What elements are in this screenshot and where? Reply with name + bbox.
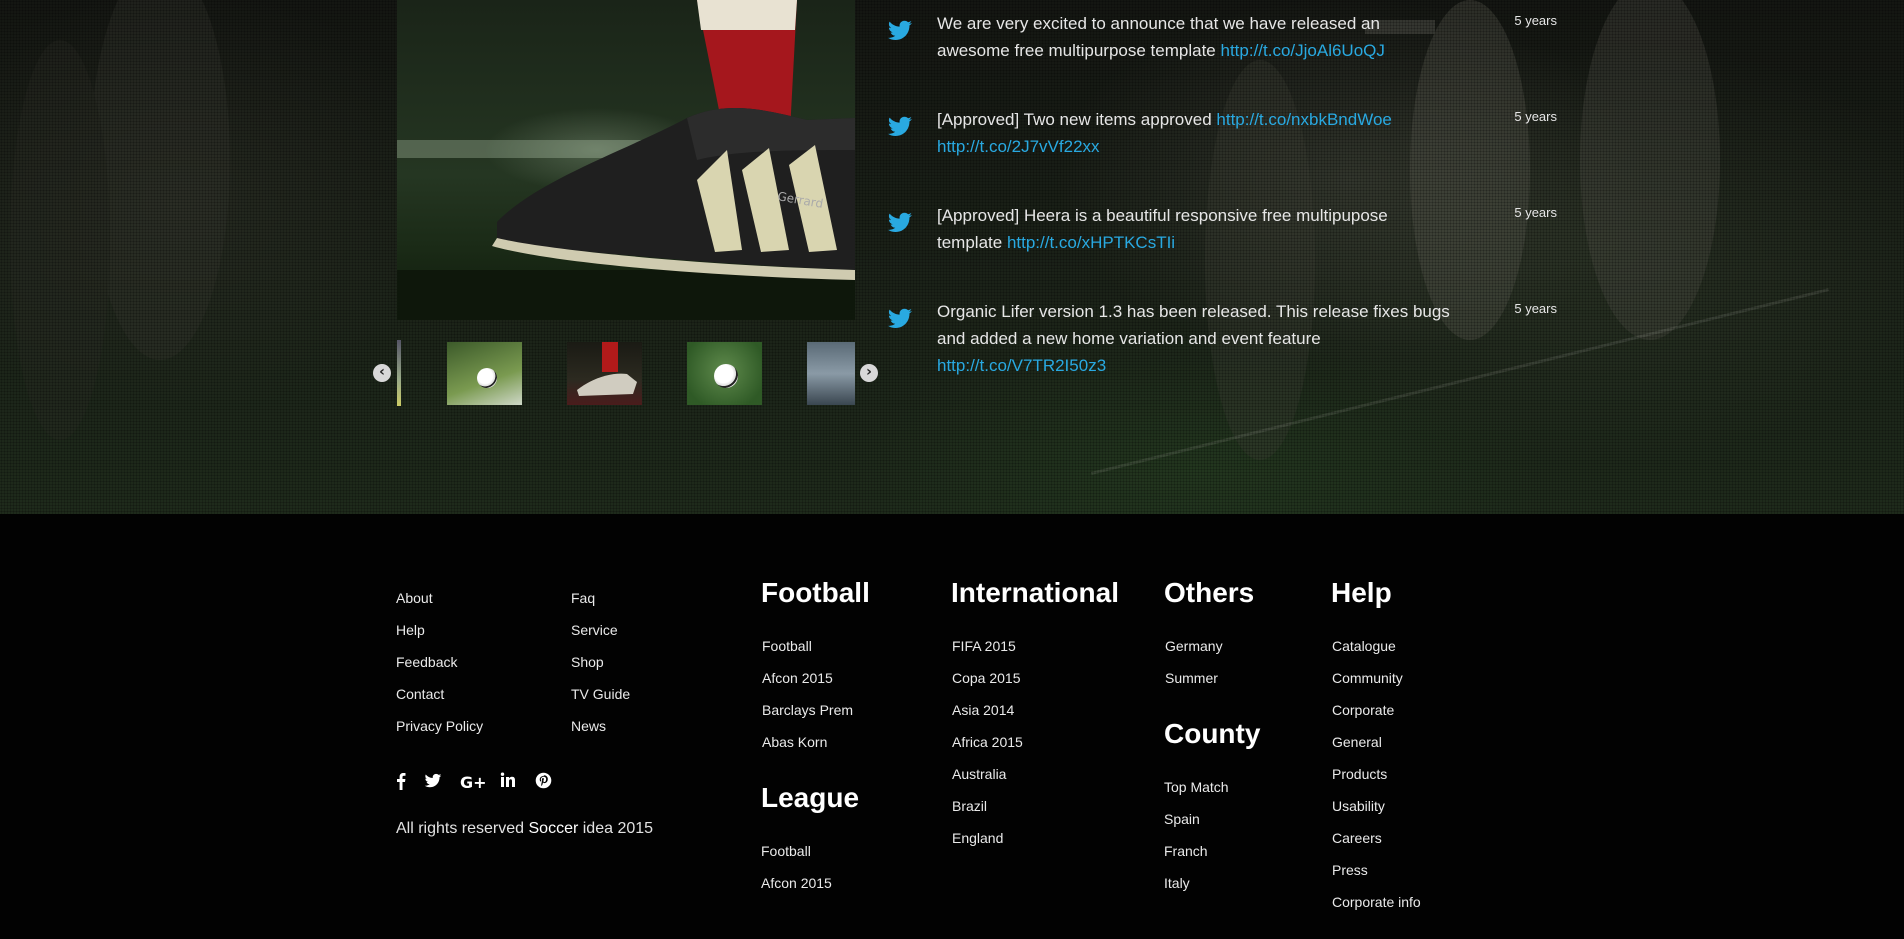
league-heading: League — [761, 782, 860, 813]
help-link[interactable]: Products — [1332, 766, 1387, 782]
county-link[interactable]: Franch — [1164, 843, 1208, 859]
tweet-text: [Approved] Heera is a beautiful responsi… — [937, 206, 1388, 252]
others-link[interactable]: Germany — [1165, 638, 1223, 654]
thumbnail-player-boot[interactable] — [567, 342, 642, 405]
international-link[interactable]: Brazil — [952, 798, 987, 814]
international-heading: International — [951, 577, 1120, 608]
pinterest-icon[interactable] — [535, 772, 552, 790]
international-link[interactable]: Australia — [952, 766, 1006, 782]
twitter-icon — [888, 20, 912, 40]
international-link[interactable]: Asia 2014 — [952, 702, 1014, 718]
tweets-section: Gerrard ‹ › We are very excited to annou… — [0, 0, 1904, 514]
twitter-icon — [888, 212, 912, 232]
tweet-link[interactable]: http://t.co/2J7vVf22xx — [937, 137, 1100, 156]
football-link[interactable]: Football — [762, 638, 812, 654]
slider-prev-button[interactable]: ‹ — [373, 364, 391, 382]
tweet-link[interactable]: http://t.co/xHPTKCsTIi — [1007, 233, 1175, 252]
tweet-link[interactable]: http://t.co/V7TR2I50z3 — [937, 356, 1106, 375]
soccer-boot-image: Gerrard — [397, 0, 855, 320]
thumbnail-ball-in-net[interactable] — [447, 342, 522, 405]
footer-link-about[interactable]: About — [396, 590, 433, 606]
help-link[interactable]: Corporate info — [1332, 894, 1421, 910]
footer-link-help[interactable]: Help — [396, 622, 425, 638]
thumbnail-ball-on-grass[interactable] — [687, 342, 762, 405]
help-link[interactable]: Corporate — [1332, 702, 1394, 718]
footer-link-shop[interactable]: Shop — [571, 654, 604, 670]
international-link[interactable]: England — [952, 830, 1003, 846]
footer-link-faq[interactable]: Faq — [571, 590, 595, 606]
help-heading: Help — [1331, 577, 1392, 608]
county-link[interactable]: Spain — [1164, 811, 1200, 827]
football-link[interactable]: Abas Korn — [762, 734, 827, 750]
ball-icon — [714, 364, 738, 388]
tweet-link[interactable]: http://t.co/JjoAl6UoQJ — [1220, 41, 1384, 60]
others-heading: Others — [1164, 577, 1255, 608]
tweet-time: 5 years — [1514, 205, 1557, 220]
football-link[interactable]: Barclays Prem — [762, 702, 853, 718]
help-link[interactable]: General — [1332, 734, 1382, 750]
ball-icon — [477, 368, 497, 388]
stadium-background-image — [10, 0, 1720, 460]
county-link[interactable]: Italy — [1164, 875, 1190, 891]
footer-link-news[interactable]: News — [571, 718, 606, 734]
help-link[interactable]: Catalogue — [1332, 638, 1396, 654]
football-heading: Football — [761, 577, 870, 608]
international-link[interactable]: Africa 2015 — [952, 734, 1023, 750]
boot-icon — [577, 342, 637, 396]
linkedin-icon[interactable] — [500, 772, 516, 790]
county-heading: County — [1164, 718, 1261, 749]
tweet-link[interactable]: http://t.co/nxbkBndWoe — [1216, 110, 1391, 129]
footer-link-feedback[interactable]: Feedback — [396, 654, 457, 670]
tweet-text: [Approved] Two new items approved http:/… — [937, 110, 1392, 156]
slider-next-button[interactable]: › — [860, 364, 878, 382]
footer-link-privacy-policy[interactable]: Privacy Policy — [396, 718, 483, 734]
county-link[interactable]: Top Match — [1164, 779, 1229, 795]
help-link[interactable]: Usability — [1332, 798, 1385, 814]
google-plus-icon[interactable]: G+ — [460, 773, 487, 792]
international-link[interactable]: Copa 2015 — [952, 670, 1021, 686]
tweet-time: 5 years — [1514, 13, 1557, 28]
football-link[interactable]: Afcon 2015 — [762, 670, 833, 686]
footer-link-service[interactable]: Service — [571, 622, 618, 638]
help-link[interactable]: Press — [1332, 862, 1368, 878]
copyright-text: All rights reserved Soccer idea 2015 — [396, 820, 654, 837]
brand-name: Soccer — [528, 820, 579, 837]
tweet-time: 5 years — [1514, 301, 1557, 316]
tweet-time: 5 years — [1514, 109, 1557, 124]
slider-main-image: Gerrard — [397, 0, 855, 320]
site-footer: About Help Feedback Contact Privacy Poli… — [0, 514, 1904, 939]
footer-link-tv-guide[interactable]: TV Guide — [571, 686, 630, 702]
footer-link-contact[interactable]: Contact — [396, 686, 444, 702]
help-link[interactable]: Careers — [1332, 830, 1382, 846]
twitter-icon — [888, 308, 912, 328]
facebook-icon[interactable] — [396, 772, 406, 790]
twitter-icon — [888, 116, 912, 136]
slider-thumbnails — [397, 330, 855, 416]
thumbnail-player-closeup[interactable] — [807, 342, 855, 405]
others-link[interactable]: Summer — [1165, 670, 1218, 686]
help-link[interactable]: Community — [1332, 670, 1403, 686]
thumbnail-edge — [397, 340, 401, 406]
tweet-text: Organic Lifer version 1.3 has been relea… — [937, 302, 1450, 375]
league-link[interactable]: Football — [761, 843, 811, 859]
twitter-icon[interactable] — [424, 772, 442, 790]
league-link[interactable]: Afcon 2015 — [761, 875, 832, 891]
international-link[interactable]: FIFA 2015 — [952, 638, 1016, 654]
tweet-text: We are very excited to announce that we … — [937, 14, 1385, 60]
